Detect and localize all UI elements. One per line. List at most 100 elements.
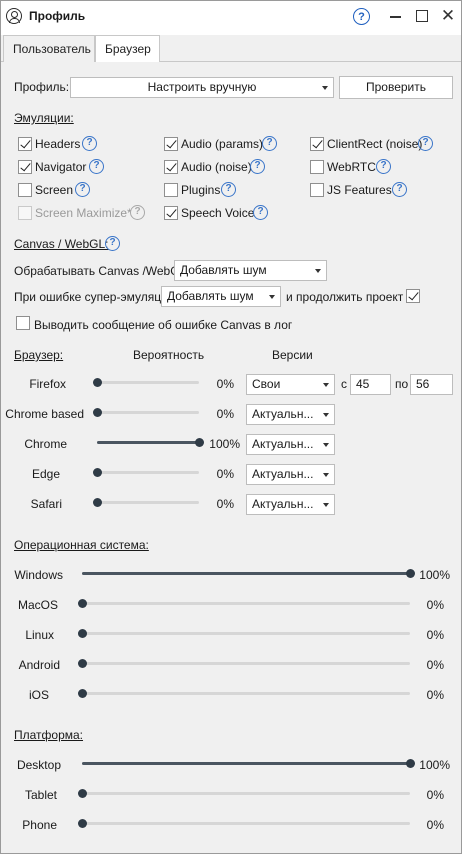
os-percent: 0% [426,658,444,672]
screen-checkbox[interactable] [18,183,32,197]
linux-probability-slider[interactable] [78,629,410,638]
help-icon[interactable]: ? [376,159,391,174]
speech-voice-checkbox[interactable] [164,206,178,220]
slider-handle[interactable] [93,468,102,477]
help-icon[interactable]: ? [75,182,90,197]
windows-probability-slider[interactable] [82,569,415,578]
canvas-error-label: При ошибке супер-эмуляции [14,290,175,304]
help-icon[interactable]: ? [221,182,236,197]
title-bar: Профиль ? ✕ [1,1,461,31]
platform-name: Desktop [16,758,61,772]
help-icon[interactable]: ? [89,159,104,174]
screen-maximize-label: Screen Maximize* [35,206,132,220]
os-name: Windows [14,568,63,582]
profile-select[interactable]: Настроить вручную [70,77,334,98]
slider-handle[interactable] [93,378,102,387]
help-icon[interactable]: ? [418,136,433,151]
canvas-continue-checkbox[interactable] [406,289,420,303]
help-icon[interactable]: ? [253,205,268,220]
chevron-down-icon [323,473,329,477]
version-from-input[interactable]: 45 [350,374,391,395]
headers-label: Headers [35,137,81,151]
platform-percent: 0% [426,788,444,802]
plugins-label: Plugins [181,183,221,197]
probability-percent: 0% [216,497,234,511]
slider-handle[interactable] [78,599,87,608]
help-icon[interactable]: ? [262,136,277,151]
edge-probability-slider[interactable] [93,468,199,477]
probability-percent: 0% [216,467,234,481]
chevron-down-icon [315,269,321,273]
canvas-log-checkbox[interactable] [16,316,30,330]
version-to-input[interactable]: 56 [410,374,453,395]
phone-probability-slider[interactable] [78,819,410,828]
android-probability-slider[interactable] [78,659,410,668]
maximize-button[interactable] [412,6,432,26]
slider-handle[interactable] [78,629,87,638]
canvas-continue-label: и продолжить проект [286,290,404,304]
slider-handle[interactable] [78,819,87,828]
tab-browser[interactable]: Браузер [95,35,160,63]
versions-column-header: Версии [272,348,313,362]
os-name: iOS [28,688,49,702]
os-percent: 0% [426,628,444,642]
navigator-label: Navigator [35,160,87,174]
help-icon[interactable]: ? [353,8,370,25]
chevron-down-icon [322,86,328,90]
safari-probability-slider[interactable] [93,498,199,507]
audio-noise-label: Audio (noise) [181,160,252,174]
help-icon[interactable]: ? [392,182,407,197]
chrome-based-version-select[interactable]: Актуальн... [246,404,335,425]
edge-version-select[interactable]: Актуальн... [246,464,335,485]
chrome-based-probability-slider[interactable] [93,408,199,417]
webrtc-checkbox[interactable] [310,160,324,174]
clientrect-noise-checkbox[interactable] [310,137,324,151]
platform-percent: 0% [426,818,444,832]
browser-name: Firefox [29,377,66,391]
firefox-version-select[interactable]: Свои [246,374,335,395]
canvas-process-label: Обрабатывать Canvas /WebGL [14,264,187,278]
minimize-button[interactable] [385,6,405,26]
canvas-error-value: Добавлять шум [167,289,254,303]
macos-probability-slider[interactable] [78,599,410,608]
navigator-checkbox[interactable] [18,160,32,174]
desktop-probability-slider[interactable] [82,759,415,768]
canvas-process-select[interactable]: Добавлять шум [174,260,327,281]
audio-params-checkbox[interactable] [164,137,178,151]
safari-version-select[interactable]: Актуальн... [246,494,335,515]
probability-percent: 0% [216,377,234,391]
slider-handle[interactable] [78,789,87,798]
tablet-probability-slider[interactable] [78,789,410,798]
os-title: Операционная система: [14,538,149,552]
close-button[interactable]: ✕ [438,6,458,26]
tab-bar: Пользователь Браузер [1,35,461,63]
audio-noise-checkbox[interactable] [164,160,178,174]
chevron-down-icon [269,295,275,299]
slider-handle[interactable] [93,498,102,507]
plugins-checkbox[interactable] [164,183,178,197]
slider-handle[interactable] [78,689,87,698]
chrome-probability-slider[interactable] [97,438,204,447]
js-features-label: JS Features [327,183,392,197]
chrome-version-select[interactable]: Актуальн... [246,434,335,455]
slider-handle[interactable] [93,408,102,417]
slider-handle[interactable] [78,659,87,668]
headers-checkbox[interactable] [18,137,32,151]
browser-tab-panel: Профиль: Настроить вручную Проверить Эму… [1,62,461,853]
tab-user[interactable]: Пользователь [3,35,95,62]
check-button[interactable]: Проверить [339,76,453,99]
ios-probability-slider[interactable] [78,689,410,698]
browser-name: Chrome [24,437,67,451]
screen-label: Screen [35,183,74,197]
user-profile-icon [6,8,22,24]
js-features-checkbox[interactable] [310,183,324,197]
slider-fill [82,762,410,765]
platform-percent: 100% [419,758,450,772]
help-icon[interactable]: ? [105,236,120,251]
profile-label: Профиль: [14,80,70,94]
canvas-error-select[interactable]: Добавлять шум [161,286,281,307]
platform-title: Платформа: [14,728,84,742]
firefox-probability-slider[interactable] [93,378,199,387]
help-icon[interactable]: ? [250,159,265,174]
help-icon[interactable]: ? [82,136,97,151]
